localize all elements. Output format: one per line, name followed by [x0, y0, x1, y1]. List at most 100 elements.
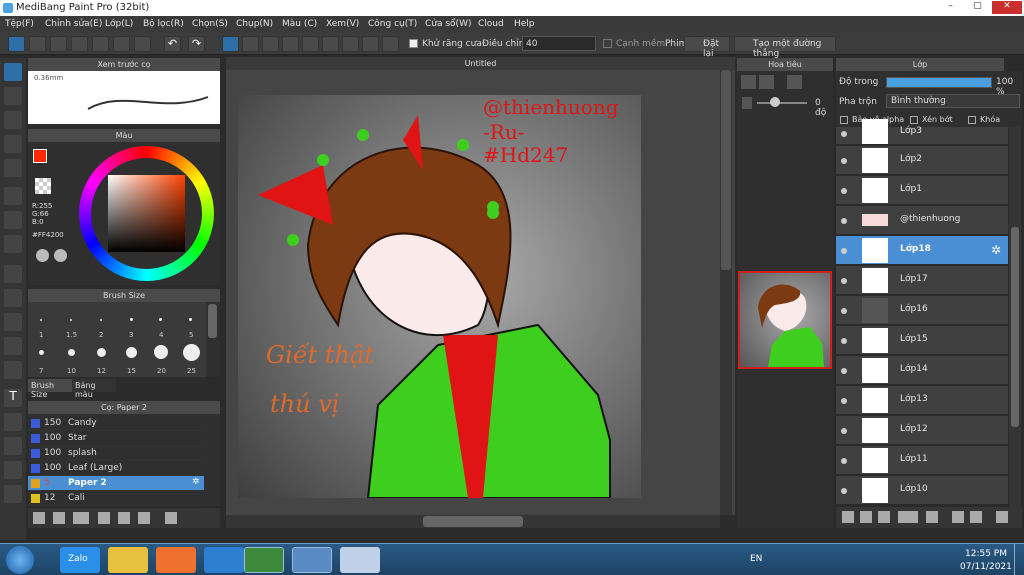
reset-button[interactable]: Đặt lại	[684, 36, 730, 59]
eyedropper-tool[interactable]	[4, 461, 22, 479]
antialias-checkbox[interactable]	[409, 39, 418, 48]
blend-select[interactable]: Bình thường	[886, 94, 1020, 108]
magic-wand-tool[interactable]	[4, 313, 22, 331]
eye-icon[interactable]	[841, 338, 847, 344]
eye-icon[interactable]	[841, 248, 847, 254]
layer-row[interactable]: Lớp10	[836, 476, 1008, 505]
protect-alpha-checkbox[interactable]	[840, 116, 848, 124]
undo-icon[interactable]: ↶	[164, 36, 181, 52]
brush-menu-icon[interactable]	[73, 512, 89, 524]
size-dot[interactable]	[126, 347, 137, 358]
brush-item[interactable]: 100 Leaf (Large)	[28, 461, 204, 476]
close-button[interactable]: ✕	[992, 1, 1022, 14]
duplicate-icon[interactable]	[138, 512, 150, 524]
size-dot[interactable]	[159, 318, 162, 321]
straight-line-button[interactable]: Tạo một đường thẳng	[734, 36, 836, 59]
lock-checkbox[interactable]	[968, 116, 976, 124]
size-dot[interactable]	[183, 344, 200, 361]
zoom-out-icon[interactable]	[759, 75, 774, 89]
snap-grid-icon[interactable]	[262, 36, 279, 52]
eye-icon[interactable]	[841, 368, 847, 374]
layer-row-selected[interactable]: Lớp18 ✲	[836, 236, 1008, 265]
lasso-tool[interactable]	[4, 289, 22, 307]
media-app[interactable]	[156, 547, 196, 573]
gear-icon[interactable]: ✲	[192, 477, 200, 487]
settings-icon[interactable]	[382, 36, 399, 52]
new-8bit-layer-icon[interactable]	[878, 511, 890, 523]
snap-circle-icon[interactable]	[362, 36, 379, 52]
trash-icon[interactable]	[996, 511, 1008, 523]
chrome-app[interactable]	[244, 547, 284, 573]
eye-icon[interactable]	[841, 131, 847, 137]
brush-copy-icon[interactable]	[98, 512, 110, 524]
add-brush-icon[interactable]	[33, 512, 45, 524]
eraser-tool[interactable]	[4, 87, 22, 105]
select-tool[interactable]	[4, 265, 22, 283]
start-button[interactable]	[6, 546, 34, 574]
layer-row[interactable]: Lớp13	[836, 386, 1008, 415]
layout-icon[interactable]	[134, 36, 151, 52]
brush-size-scrollbar[interactable]	[208, 304, 217, 338]
size-dot[interactable]	[70, 319, 72, 321]
zoom-in-icon[interactable]	[741, 75, 756, 89]
fit-icon[interactable]	[787, 75, 802, 89]
chat-icon[interactable]	[50, 36, 67, 52]
snap-vanish-icon[interactable]	[282, 36, 299, 52]
layer-row[interactable]: Lớp14	[836, 356, 1008, 385]
new-layer-icon[interactable]	[842, 511, 854, 523]
brush-item[interactable]: 100 Star	[28, 431, 204, 446]
layer-row[interactable]: Lớp17	[836, 266, 1008, 295]
snap-concentric-icon[interactable]	[322, 36, 339, 52]
rotation-slider-thumb[interactable]	[770, 97, 780, 107]
eye-icon[interactable]	[841, 158, 847, 164]
doc-icon[interactable]	[92, 36, 109, 52]
tab-brush-size[interactable]: Brush Size	[28, 379, 72, 399]
eye-icon[interactable]	[841, 458, 847, 464]
fill-rect-tool[interactable]	[4, 187, 22, 205]
hand-tool[interactable]	[4, 485, 22, 503]
dot-tool[interactable]	[4, 135, 22, 153]
layer-row[interactable]: Lớp11	[836, 446, 1008, 475]
eye-icon[interactable]	[841, 398, 847, 404]
saturation-square[interactable]	[108, 175, 185, 252]
comment-icon[interactable]	[71, 36, 88, 52]
artwork-canvas[interactable]: @thienhuong -Ru- #Hd247 Giết thật thú vị	[238, 95, 641, 499]
primary-color-swatch[interactable]	[33, 149, 47, 163]
menu-color[interactable]: Màu (C)	[282, 19, 317, 29]
brush-item-selected[interactable]: 5 Paper 2 ✲	[28, 476, 204, 491]
palette-icon[interactable]	[36, 249, 49, 262]
size-dot[interactable]	[189, 318, 192, 321]
menu-view[interactable]: Xem(V)	[326, 19, 359, 29]
menu-help[interactable]: Help	[514, 19, 535, 29]
transparent-swatch[interactable]	[35, 178, 51, 194]
layer-row[interactable]: Lớp15	[836, 326, 1008, 355]
layer-row[interactable]: Lớp1	[836, 176, 1008, 205]
minimize-button[interactable]: –	[938, 1, 963, 14]
merge-down-icon[interactable]	[970, 511, 982, 523]
brush-item[interactable]: 100 splash	[28, 446, 204, 461]
menu-window[interactable]: Cửa sổ(W)	[425, 19, 471, 29]
menu-tools[interactable]: Công cụ(T)	[368, 19, 417, 29]
canvas-vscroll-thumb[interactable]	[721, 70, 731, 270]
size-dot[interactable]	[100, 319, 102, 321]
language-indicator[interactable]: EN	[750, 554, 762, 564]
canvas-vscroll[interactable]	[720, 70, 732, 515]
grid-doc-icon[interactable]	[113, 36, 130, 52]
layer-scrollbar-thumb[interactable]	[1011, 227, 1019, 427]
cloud-icon[interactable]	[8, 36, 25, 52]
redo-icon[interactable]: ↷	[188, 36, 205, 52]
canvas-hscroll[interactable]	[226, 515, 720, 528]
layer-row[interactable]: Lớp16	[836, 296, 1008, 325]
brush-item[interactable]: 150 Candy	[28, 416, 204, 431]
brush-tool[interactable]	[4, 63, 22, 81]
new-halftone-layer-icon[interactable]	[860, 511, 872, 523]
rotation-slider[interactable]	[757, 102, 807, 104]
zalo-app[interactable]: Zalo	[60, 547, 100, 573]
tab-palette[interactable]: Bảng màu	[72, 379, 116, 399]
medibang-app[interactable]	[292, 547, 332, 573]
canvas-tab[interactable]: Untitled	[226, 57, 735, 70]
snap-off-icon[interactable]	[222, 36, 239, 52]
canvas-hscroll-thumb[interactable]	[423, 516, 523, 527]
select-eraser-tool[interactable]	[4, 361, 22, 379]
operation-tool[interactable]	[4, 413, 22, 431]
